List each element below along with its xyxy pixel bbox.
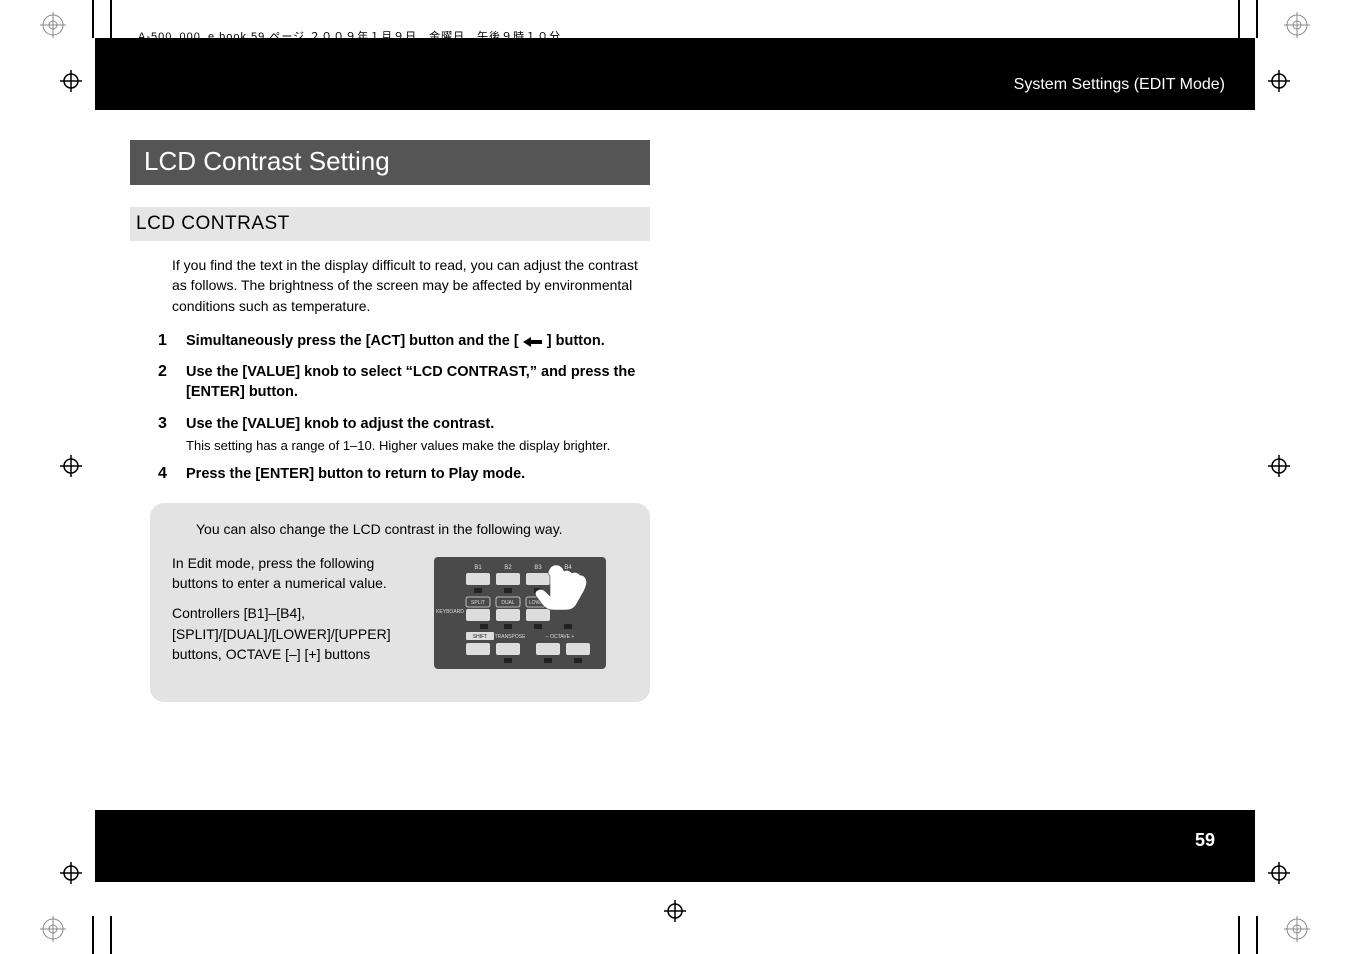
step-note: This setting has a range of 1–10. Higher… — [186, 438, 650, 453]
page-number: 59 — [1185, 830, 1225, 851]
header-band: System Settings (EDIT Mode) — [95, 38, 1255, 110]
info-text: In Edit mode, press the following button… — [172, 553, 392, 594]
crop-mark-icon — [92, 916, 94, 954]
crosshair-icon — [60, 70, 82, 92]
step-title-text: Simultaneously press the [ACT] button an… — [186, 333, 519, 349]
svg-text:B4: B4 — [564, 565, 572, 571]
step-title: Use the [VALUE] knob to select “LCD CONT… — [186, 363, 650, 402]
sub-heading: LCD CONTRAST — [130, 207, 650, 241]
step-item: 1 Simultaneously press the [ACT] button … — [158, 332, 650, 352]
svg-text:SHIFT: SHIFT — [473, 634, 487, 640]
svg-text:B3: B3 — [534, 565, 542, 571]
crop-mark-icon — [110, 0, 112, 38]
registration-mark-icon — [40, 12, 66, 38]
svg-text:B2: B2 — [504, 565, 512, 571]
crosshair-icon — [60, 862, 82, 884]
svg-text:SPLIT: SPLIT — [471, 600, 485, 606]
crosshair-icon — [60, 455, 82, 477]
step-number: 3 — [158, 415, 186, 433]
registration-mark-icon — [1284, 916, 1310, 942]
breadcrumb: System Settings (EDIT Mode) — [1014, 76, 1225, 94]
crop-mark-icon — [1238, 0, 1240, 38]
svg-text:DUAL: DUAL — [501, 600, 515, 606]
crosshair-icon — [1268, 70, 1290, 92]
footer-band: 59 — [95, 810, 1255, 882]
crosshair-icon — [664, 900, 686, 922]
registration-mark-icon — [40, 916, 66, 942]
info-box: You can also change the LCD contrast in … — [150, 503, 650, 702]
step-item: 4 Press the [ENTER] button to return to … — [158, 465, 650, 485]
crop-mark-icon — [110, 916, 112, 954]
step-item: 2 Use the [VALUE] knob to select “LCD CO… — [158, 363, 650, 402]
crop-mark-icon — [92, 0, 94, 38]
step-number: 2 — [158, 363, 186, 381]
svg-text:B1: B1 — [474, 565, 482, 571]
content-column: LCD Contrast Setting LCD CONTRAST If you… — [130, 140, 650, 702]
keyboard-panel-figure: KEYBOARD B1 B2 B3 B4 — [412, 553, 628, 674]
step-title-text: ] button. — [547, 333, 605, 349]
svg-text:TRANSPOSE: TRANSPOSE — [495, 634, 527, 640]
crosshair-icon — [1268, 455, 1290, 477]
svg-text:− OCTAVE +: − OCTAVE + — [546, 634, 575, 640]
info-lead: You can also change the LCD contrast in … — [196, 521, 628, 537]
step-list: 1 Simultaneously press the [ACT] button … — [158, 332, 650, 485]
step-title: Use the [VALUE] knob to adjust the contr… — [186, 415, 494, 435]
page: A-500_000_e.book 59 ページ ２００９年１月９日 金曜日 午後… — [0, 0, 1350, 954]
back-arrow-icon — [523, 335, 543, 347]
panel-label-keyboard: KEYBOARD — [436, 609, 464, 615]
registration-mark-icon — [1284, 12, 1310, 38]
intro-paragraph: If you find the text in the display diff… — [172, 255, 650, 316]
section-heading: LCD Contrast Setting — [130, 140, 650, 185]
step-number: 4 — [158, 465, 186, 483]
step-number: 1 — [158, 332, 186, 350]
crop-mark-icon — [1238, 916, 1240, 954]
step-item: 3 Use the [VALUE] knob to adjust the con… — [158, 415, 650, 454]
step-title: Simultaneously press the [ACT] button an… — [186, 332, 605, 352]
crop-mark-icon — [1256, 916, 1258, 954]
crosshair-icon — [1268, 862, 1290, 884]
info-text: Controllers [B1]–[B4], [SPLIT]/[DUAL]/[L… — [172, 603, 392, 664]
crop-mark-icon — [1256, 0, 1258, 38]
step-title: Press the [ENTER] button to return to Pl… — [186, 465, 525, 485]
